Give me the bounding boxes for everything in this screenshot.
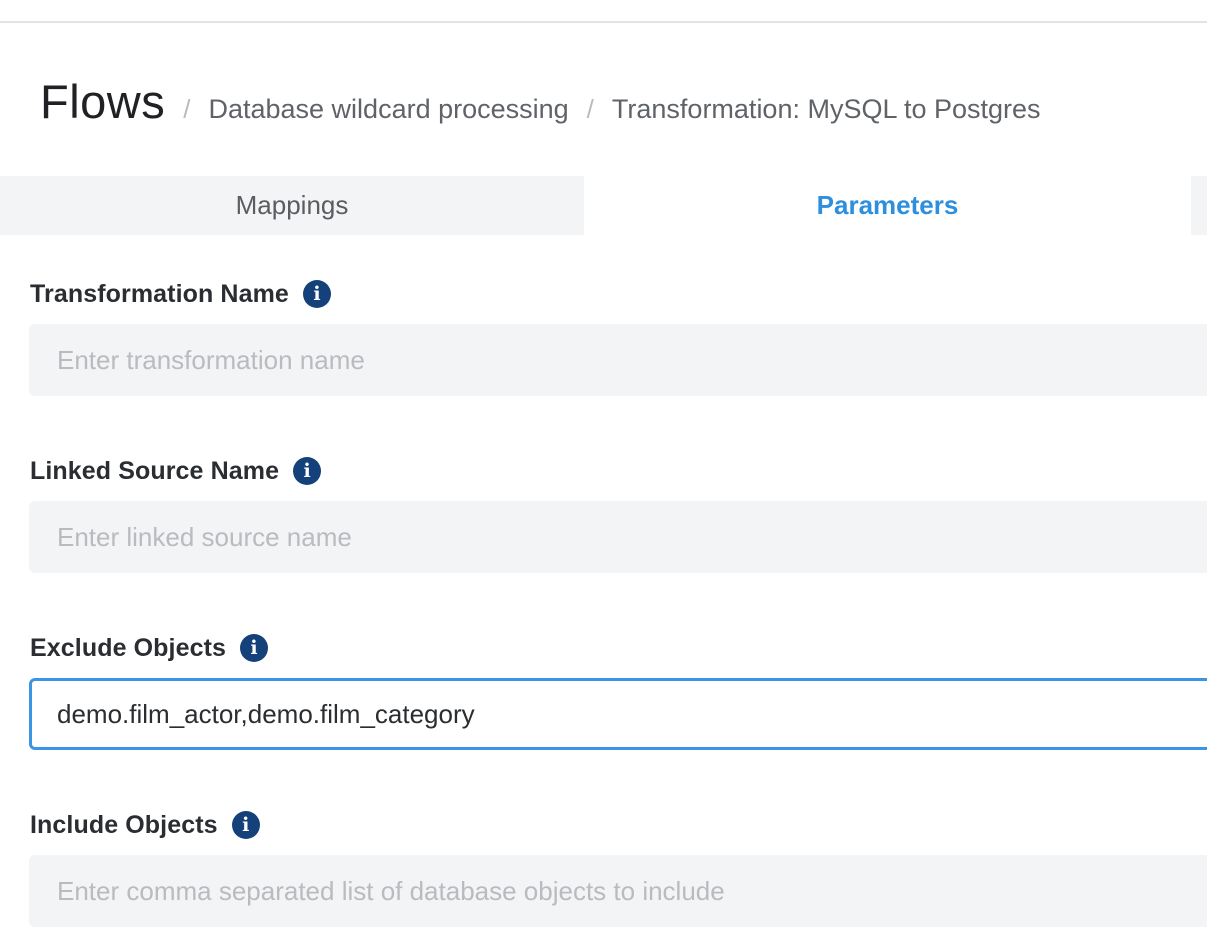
exclude-objects-input[interactable] [29,678,1207,750]
include-objects-label: Include Objects i [30,808,260,842]
breadcrumb: Flows / Database wildcard processing / T… [40,74,1041,134]
transformation-name-label-text: Transformation Name [30,279,289,308]
exclude-objects-label: Exclude Objects i [30,631,269,665]
linked-source-name-label-text: Linked Source Name [30,456,280,485]
exclude-objects-label-text: Exclude Objects [30,633,227,662]
transformation-name-label: Transformation Name i [30,277,331,311]
info-icon[interactable]: i [231,811,260,839]
breadcrumb-separator: / [586,94,594,124]
tab-parameters[interactable]: Parameters [584,176,1191,235]
info-icon[interactable]: i [302,280,331,308]
breadcrumb-item-transformation: Transformation: MySQL to Postgres [611,94,1041,124]
info-icon[interactable]: i [240,634,269,662]
tab-mappings[interactable]: Mappings [0,176,584,235]
breadcrumb-item-flow[interactable]: Database wildcard processing [208,94,568,125]
info-icon[interactable]: i [293,457,322,485]
include-objects-label-text: Include Objects [30,810,218,839]
breadcrumb-separator: / [183,94,191,124]
page: Flows / Database wildcard processing / T… [0,0,1207,950]
top-divider [0,21,1207,23]
linked-source-name-label: Linked Source Name i [30,454,322,488]
breadcrumb-root-flows[interactable]: Flows [40,74,165,129]
tab-overflow-edge[interactable] [1191,176,1207,235]
tab-bar: Mappings Parameters [0,176,1207,235]
transformation-name-input[interactable] [29,324,1207,396]
include-objects-input[interactable] [29,855,1207,927]
linked-source-name-input[interactable] [29,501,1207,573]
